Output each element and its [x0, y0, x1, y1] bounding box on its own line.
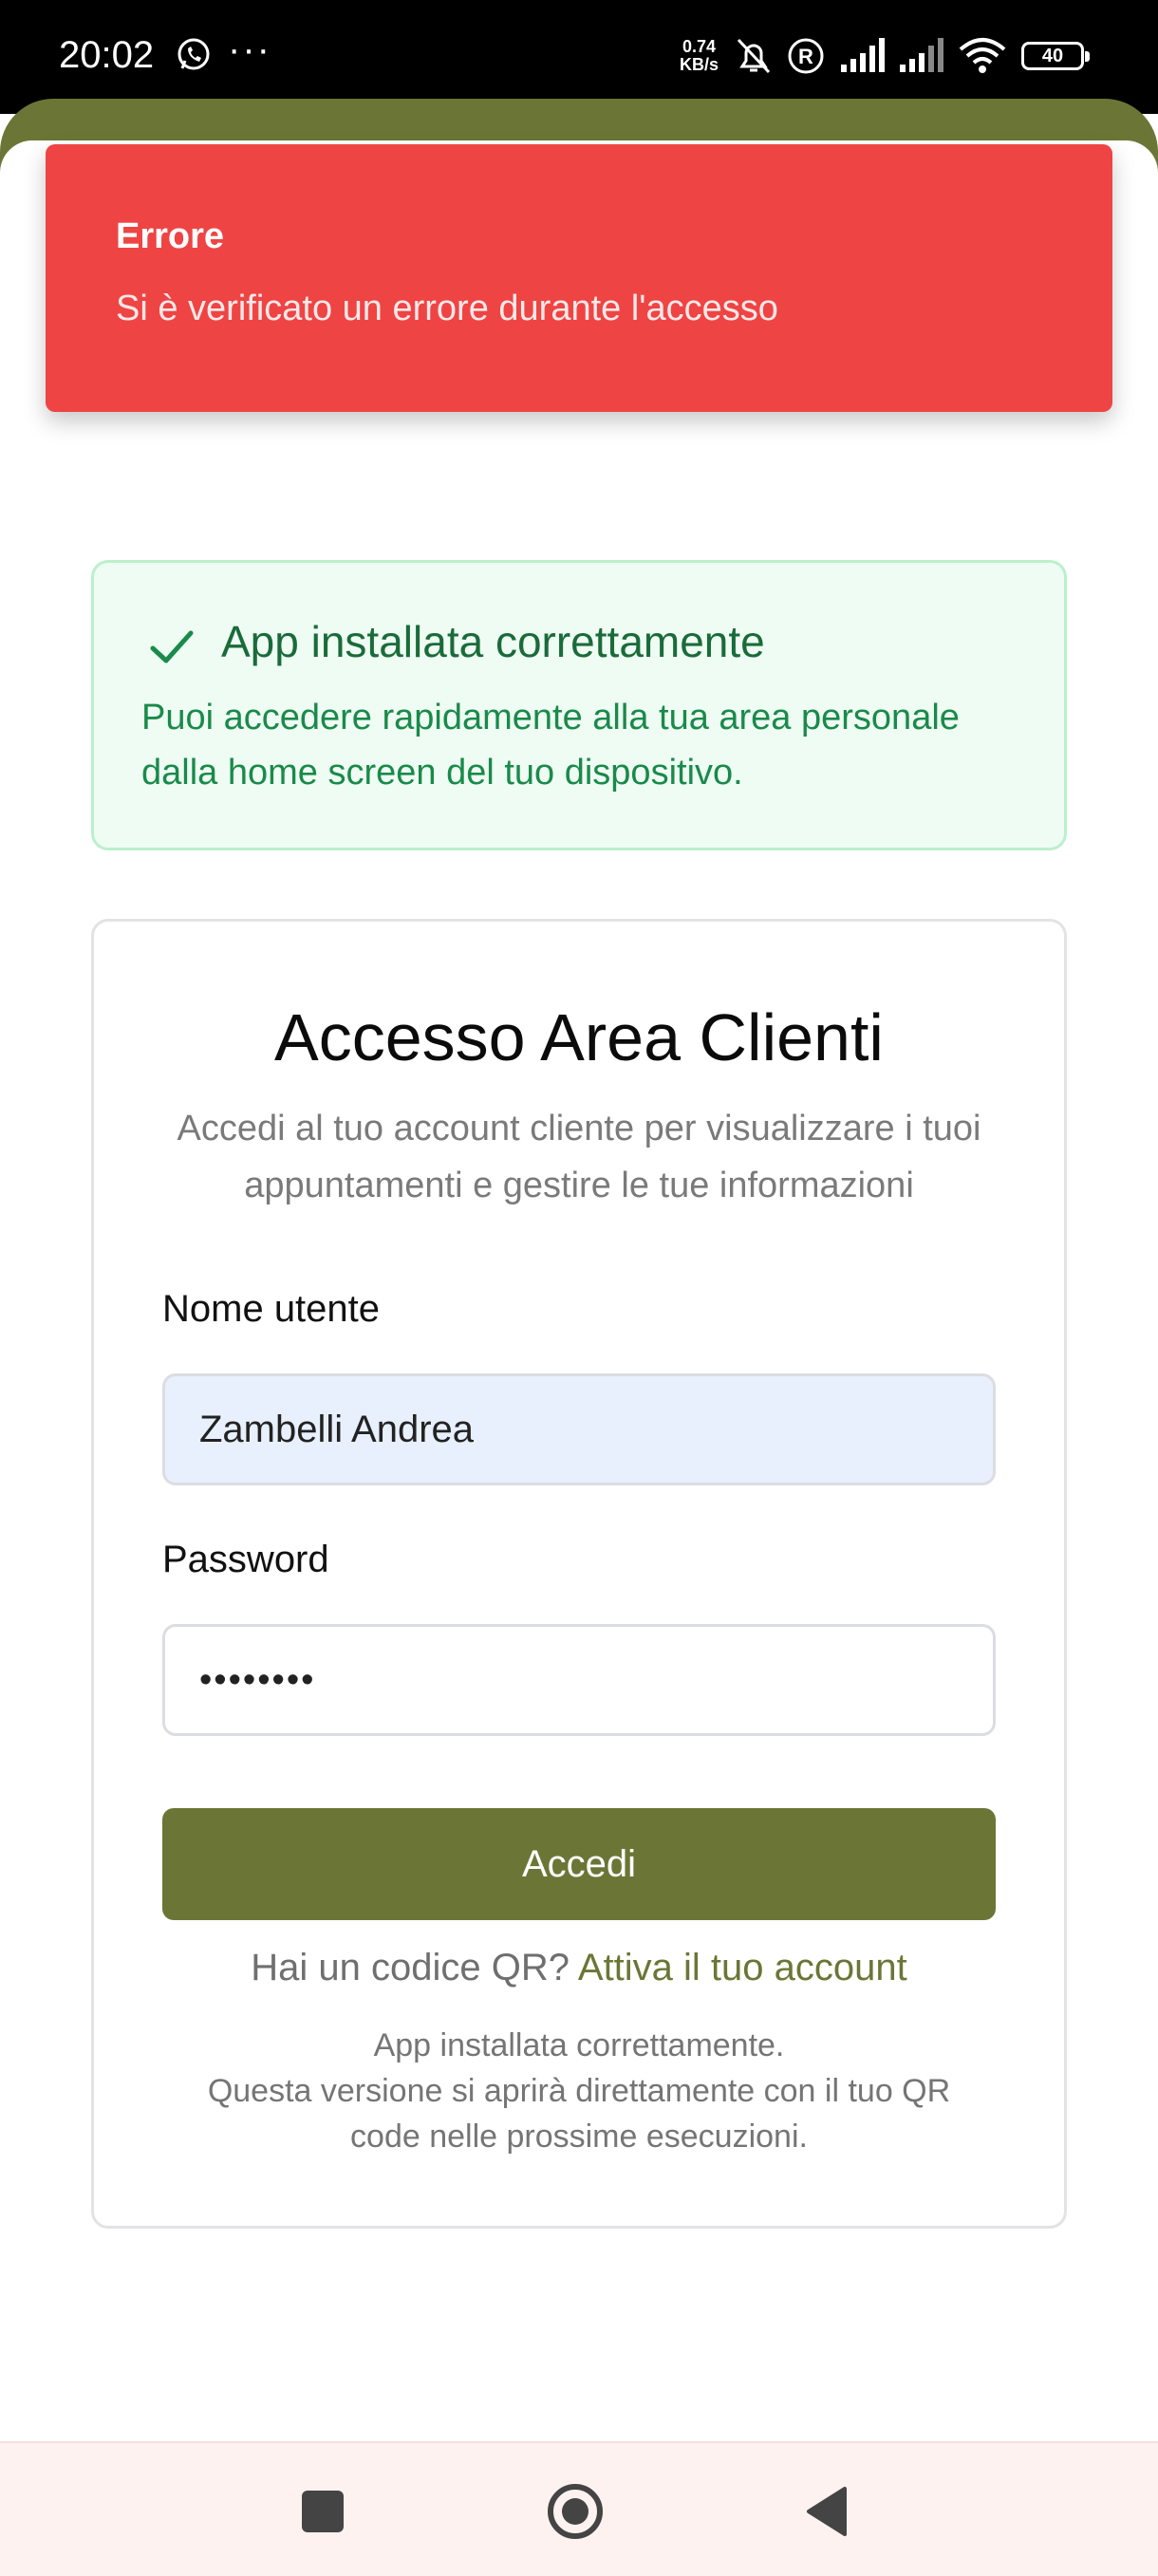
registered-icon: R — [788, 38, 824, 74]
battery-icon: 40 — [1021, 42, 1090, 70]
signal-icon — [841, 38, 885, 72]
success-title: App installata correttamente — [221, 617, 765, 666]
success-banner: App installata correttamente Puoi accede… — [91, 560, 1067, 850]
whatsapp-icon — [177, 38, 210, 70]
back-icon[interactable] — [803, 2485, 850, 2538]
username-field[interactable]: Zambelli Andrea — [162, 1373, 996, 1485]
install-note-line2: Questa versione si aprirà direttamente c… — [207, 2073, 951, 2155]
status-time: 20:02 — [59, 34, 155, 76]
password-label: Password — [162, 1539, 329, 1580]
toast-title: Errore — [116, 216, 225, 256]
toast-message: Si è verificato un errore durante l'acce… — [116, 289, 778, 328]
check-icon — [150, 630, 194, 663]
install-note-line1: App installata correttamente. — [373, 2027, 785, 2063]
svg-text:R: R — [798, 45, 813, 68]
page-subtitle: Accedi al tuo account cliente per visual… — [177, 1109, 981, 1205]
bell-off-icon — [737, 38, 771, 74]
net-speed: 0.74 KB/s — [680, 38, 719, 74]
qr-prompt: Hai un codice QR? — [251, 1947, 570, 1988]
username-label: Nome utente — [162, 1288, 381, 1330]
success-text: Puoi accedere rapidamente alla tua area … — [141, 698, 960, 793]
activate-account-link[interactable]: Attiva il tuo account — [578, 1947, 907, 1988]
install-note: App installata correttamente. Questa ver… — [170, 2023, 988, 2159]
page-title: Accesso Area Clienti — [274, 1000, 884, 1074]
login-button[interactable]: Accedi — [162, 1808, 996, 1920]
net-speed-unit: KB/s — [680, 55, 719, 74]
status-bar: 20:02 ··· 0.74 KB/s R 40 — [0, 0, 1158, 114]
wifi-icon — [959, 38, 1006, 73]
error-toast[interactable]: Errore Si è verificato un errore durante… — [46, 144, 1112, 412]
qr-prompt-line: Hai un codice QR? Attiva il tuo account — [94, 1947, 1064, 1989]
home-icon[interactable] — [545, 2481, 606, 2542]
recents-icon[interactable] — [302, 2491, 344, 2532]
login-card: Accesso Area Clienti Accedi al tuo accou… — [91, 919, 1067, 2229]
navigation-bar — [0, 2441, 1158, 2576]
net-speed-value: 0.74 — [682, 37, 717, 56]
signal-icon-2 — [900, 38, 943, 72]
password-field[interactable]: •••••••• — [162, 1624, 996, 1736]
more-icon: ··· — [228, 28, 271, 70]
